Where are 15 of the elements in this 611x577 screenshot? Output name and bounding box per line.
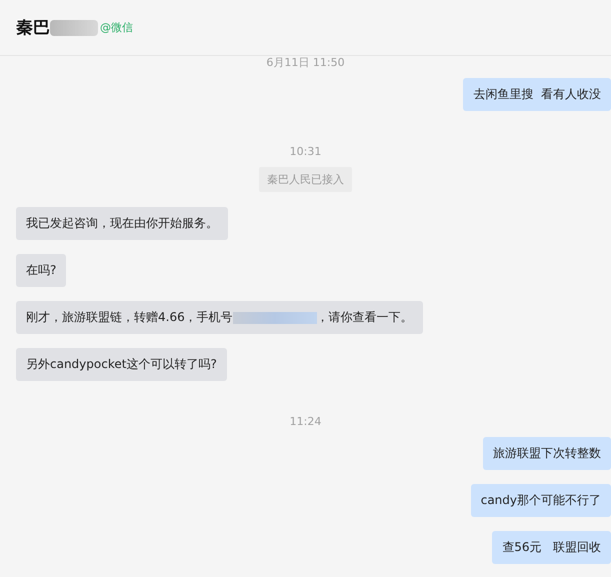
timestamp: 11:24 <box>288 415 322 430</box>
contact-name: 秦巴 <box>16 17 50 39</box>
incoming-message: 在吗? <box>16 254 66 287</box>
incoming-message: 刚才，旅游联盟链，转赠4.66，手机号 ，请你查看一下。 <box>16 301 423 334</box>
outgoing-message: 去闲鱼里搜 看有人收没 <box>463 78 611 111</box>
timestamp: 10:31 <box>288 145 322 160</box>
outgoing-message: 查56元 联盟回收 <box>492 531 611 564</box>
outgoing-message: 旅游联盟下次转整数 <box>483 437 611 470</box>
incoming-message: 另外candypocket这个可以转了吗? <box>16 348 227 381</box>
incoming-message: 我已发起咨询，现在由你开始服务。 <box>16 207 228 240</box>
outgoing-message: candy那个可能不行了 <box>470 484 611 517</box>
timestamp: 6月11日 11:50 <box>265 56 346 71</box>
redaction-mark <box>50 20 98 36</box>
source-label: @微信 <box>100 20 133 35</box>
system-notice: 秦巴人民已接入 <box>259 167 352 192</box>
